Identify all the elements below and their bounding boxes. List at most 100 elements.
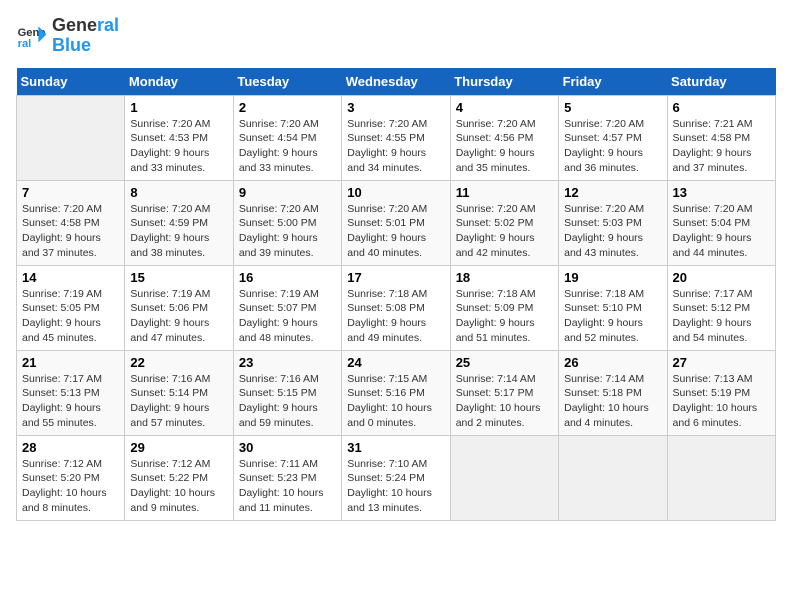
day-number: 24 xyxy=(347,355,444,370)
day-number: 29 xyxy=(130,440,227,455)
calendar-cell: 31 Sunrise: 7:10 AMSunset: 5:24 PMDayligh… xyxy=(342,435,450,520)
day-number: 9 xyxy=(239,185,336,200)
day-number: 21 xyxy=(22,355,119,370)
calendar-cell: 8 Sunrise: 7:20 AMSunset: 4:59 PMDaylight… xyxy=(125,180,233,265)
week-row: 28 Sunrise: 7:12 AMSunset: 5:20 PMDayligh… xyxy=(17,435,776,520)
header-cell-sunday: Sunday xyxy=(17,68,125,96)
calendar-cell: 2Sunrise: 7:20 AMSunset: 4:54 PMDaylight… xyxy=(233,95,341,180)
logo-text-line2: Blue xyxy=(52,36,119,56)
day-number: 26 xyxy=(564,355,661,370)
day-number: 22 xyxy=(130,355,227,370)
day-info: Sunrise: 7:16 AMSunset: 5:15 PMDaylight:… xyxy=(239,372,336,431)
calendar-cell xyxy=(559,435,667,520)
day-info: Sunrise: 7:18 AMSunset: 5:09 PMDaylight:… xyxy=(456,287,553,346)
calendar-cell: 3 Sunrise: 7:20 AMSunset: 4:55 PMDaylight… xyxy=(342,95,450,180)
logo: Gene ral General Blue xyxy=(16,16,119,56)
day-number: 8 xyxy=(130,185,227,200)
day-info: Sunrise: 7:20 AMSunset: 4:54 PMDaylight:… xyxy=(239,117,336,176)
day-info: Sunrise: 7:20 AMSunset: 4:57 PMDaylight:… xyxy=(564,117,661,176)
header-row: SundayMondayTuesdayWednesdayThursdayFrid… xyxy=(17,68,776,96)
day-number: 30 xyxy=(239,440,336,455)
day-info: Sunrise: 7:20 AMSunset: 5:01 PMDaylight:… xyxy=(347,202,444,261)
day-info: Sunrise: 7:19 AMSunset: 5:07 PMDaylight:… xyxy=(239,287,336,346)
calendar-cell: 24 Sunrise: 7:15 AMSunset: 5:16 PMDayligh… xyxy=(342,350,450,435)
calendar-cell xyxy=(17,95,125,180)
day-info: Sunrise: 7:20 AMSunset: 5:02 PMDaylight:… xyxy=(456,202,553,261)
day-number: 23 xyxy=(239,355,336,370)
logo-icon: Gene ral xyxy=(16,20,48,52)
day-info: Sunrise: 7:20 AMSunset: 4:56 PMDaylight:… xyxy=(456,117,553,176)
day-number: 12 xyxy=(564,185,661,200)
calendar-cell: 14 Sunrise: 7:19 AMSunset: 5:05 PMDayligh… xyxy=(17,265,125,350)
day-number: 28 xyxy=(22,440,119,455)
week-row: 7 Sunrise: 7:20 AMSunset: 4:58 PMDaylight… xyxy=(17,180,776,265)
calendar-cell: 10 Sunrise: 7:20 AMSunset: 5:01 PMDayligh… xyxy=(342,180,450,265)
header-cell-tuesday: Tuesday xyxy=(233,68,341,96)
calendar-cell: 12 Sunrise: 7:20 AMSunset: 5:03 PMDayligh… xyxy=(559,180,667,265)
day-number: 31 xyxy=(347,440,444,455)
calendar-cell: 30 Sunrise: 7:11 AMSunset: 5:23 PMDayligh… xyxy=(233,435,341,520)
day-info: Sunrise: 7:19 AMSunset: 5:06 PMDaylight:… xyxy=(130,287,227,346)
calendar-cell: 4 Sunrise: 7:20 AMSunset: 4:56 PMDaylight… xyxy=(450,95,558,180)
week-row: 21 Sunrise: 7:17 AMSunset: 5:13 PMDayligh… xyxy=(17,350,776,435)
day-number: 4 xyxy=(456,100,553,115)
day-number: 16 xyxy=(239,270,336,285)
day-info: Sunrise: 7:18 AMSunset: 5:10 PMDaylight:… xyxy=(564,287,661,346)
day-info: Sunrise: 7:20 AMSunset: 4:58 PMDaylight:… xyxy=(22,202,119,261)
day-number: 13 xyxy=(673,185,770,200)
day-number: 17 xyxy=(347,270,444,285)
day-info: Sunrise: 7:17 AMSunset: 5:12 PMDaylight:… xyxy=(673,287,770,346)
calendar-cell: 7 Sunrise: 7:20 AMSunset: 4:58 PMDaylight… xyxy=(17,180,125,265)
day-info: Sunrise: 7:11 AMSunset: 5:23 PMDaylight:… xyxy=(239,457,336,516)
day-info: Sunrise: 7:20 AMSunset: 4:59 PMDaylight:… xyxy=(130,202,227,261)
calendar-cell: 5 Sunrise: 7:20 AMSunset: 4:57 PMDaylight… xyxy=(559,95,667,180)
day-number: 25 xyxy=(456,355,553,370)
day-info: Sunrise: 7:20 AMSunset: 5:03 PMDaylight:… xyxy=(564,202,661,261)
day-number: 27 xyxy=(673,355,770,370)
day-number: 7 xyxy=(22,185,119,200)
day-info: Sunrise: 7:20 AMSunset: 5:04 PMDaylight:… xyxy=(673,202,770,261)
day-number: 14 xyxy=(22,270,119,285)
day-info: Sunrise: 7:14 AMSunset: 5:18 PMDaylight:… xyxy=(564,372,661,431)
calendar-cell: 28 Sunrise: 7:12 AMSunset: 5:20 PMDayligh… xyxy=(17,435,125,520)
day-number: 3 xyxy=(347,100,444,115)
calendar-cell: 29Sunrise: 7:12 AMSunset: 5:22 PMDayligh… xyxy=(125,435,233,520)
calendar-cell: 26 Sunrise: 7:14 AMSunset: 5:18 PMDayligh… xyxy=(559,350,667,435)
calendar-cell: 15 Sunrise: 7:19 AMSunset: 5:06 PMDayligh… xyxy=(125,265,233,350)
calendar-cell: 20 Sunrise: 7:17 AMSunset: 5:12 PMDayligh… xyxy=(667,265,775,350)
day-info: Sunrise: 7:10 AMSunset: 5:24 PMDaylight:… xyxy=(347,457,444,516)
calendar-cell: 25Sunrise: 7:14 AMSunset: 5:17 PMDayligh… xyxy=(450,350,558,435)
day-number: 18 xyxy=(456,270,553,285)
day-info: Sunrise: 7:13 AMSunset: 5:19 PMDaylight:… xyxy=(673,372,770,431)
day-info: Sunrise: 7:21 AMSunset: 4:58 PMDaylight:… xyxy=(673,117,770,176)
day-info: Sunrise: 7:18 AMSunset: 5:08 PMDaylight:… xyxy=(347,287,444,346)
calendar-cell: 18 Sunrise: 7:18 AMSunset: 5:09 PMDayligh… xyxy=(450,265,558,350)
day-info: Sunrise: 7:17 AMSunset: 5:13 PMDaylight:… xyxy=(22,372,119,431)
calendar-cell: 23 Sunrise: 7:16 AMSunset: 5:15 PMDayligh… xyxy=(233,350,341,435)
day-info: Sunrise: 7:19 AMSunset: 5:05 PMDaylight:… xyxy=(22,287,119,346)
day-info: Sunrise: 7:15 AMSunset: 5:16 PMDaylight:… xyxy=(347,372,444,431)
day-number: 5 xyxy=(564,100,661,115)
day-number: 20 xyxy=(673,270,770,285)
header-cell-friday: Friday xyxy=(559,68,667,96)
day-number: 15 xyxy=(130,270,227,285)
day-number: 1 xyxy=(130,100,227,115)
day-number: 19 xyxy=(564,270,661,285)
calendar-cell: 22 Sunrise: 7:16 AMSunset: 5:14 PMDayligh… xyxy=(125,350,233,435)
calendar-cell: 13 Sunrise: 7:20 AMSunset: 5:04 PMDayligh… xyxy=(667,180,775,265)
calendar-cell: 1Sunrise: 7:20 AMSunset: 4:53 PMDaylight… xyxy=(125,95,233,180)
calendar-cell: 17 Sunrise: 7:18 AMSunset: 5:08 PMDayligh… xyxy=(342,265,450,350)
calendar-cell: 27 Sunrise: 7:13 AMSunset: 5:19 PMDayligh… xyxy=(667,350,775,435)
logo-text-line1: General xyxy=(52,16,119,36)
day-number: 10 xyxy=(347,185,444,200)
day-info: Sunrise: 7:12 AMSunset: 5:20 PMDaylight:… xyxy=(22,457,119,516)
calendar-cell xyxy=(450,435,558,520)
calendar-cell: 21 Sunrise: 7:17 AMSunset: 5:13 PMDayligh… xyxy=(17,350,125,435)
calendar-cell: 9Sunrise: 7:20 AMSunset: 5:00 PMDaylight… xyxy=(233,180,341,265)
header-cell-monday: Monday xyxy=(125,68,233,96)
week-row: 1Sunrise: 7:20 AMSunset: 4:53 PMDaylight… xyxy=(17,95,776,180)
calendar-cell: 11Sunrise: 7:20 AMSunset: 5:02 PMDayligh… xyxy=(450,180,558,265)
calendar-cell: 6Sunrise: 7:21 AMSunset: 4:58 PMDaylight… xyxy=(667,95,775,180)
day-info: Sunrise: 7:16 AMSunset: 5:14 PMDaylight:… xyxy=(130,372,227,431)
day-info: Sunrise: 7:20 AMSunset: 4:55 PMDaylight:… xyxy=(347,117,444,176)
